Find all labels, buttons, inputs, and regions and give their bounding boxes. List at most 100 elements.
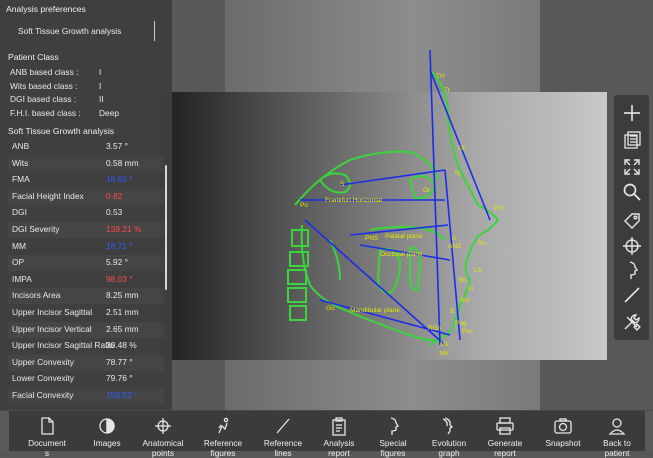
label-gl: GL bbox=[458, 145, 467, 152]
label-sb: Sb bbox=[458, 277, 466, 284]
line-tool-icon[interactable] bbox=[618, 283, 645, 307]
measurement-value: 0.82 bbox=[106, 190, 123, 201]
analysis-dropdown[interactable]: Soft Tissue Growth analysis bbox=[8, 21, 155, 41]
bottom-toolbar: Document s Images Anatomical points Reference… bbox=[0, 410, 653, 458]
zoom-icon[interactable] bbox=[618, 180, 645, 204]
label-ans: ANS bbox=[448, 243, 462, 250]
clipboard-icon bbox=[332, 417, 346, 436]
measurement-label: Upper Incisor Sagittal Ratio bbox=[12, 340, 114, 351]
measurement-value: 18.60 ° bbox=[106, 174, 133, 185]
images-icon bbox=[99, 418, 115, 434]
documents-label: Document bbox=[28, 438, 66, 448]
measurement-row[interactable]: DGI Severity 138.21 % bbox=[8, 222, 164, 238]
measurement-label: ANB bbox=[12, 141, 30, 151]
measurement-row[interactable]: Incisors Area 8.25 mm bbox=[8, 288, 164, 304]
measurement-label: Incisors Area bbox=[12, 290, 61, 301]
measurement-value: 18.71 ° bbox=[106, 240, 133, 251]
label-me: Me bbox=[440, 341, 449, 348]
line-icon bbox=[276, 418, 290, 434]
anatomical-label: Anatomical bbox=[142, 438, 184, 448]
measurement-value: 158.53 ° bbox=[106, 390, 138, 400]
measurement-value: 2.65 mm bbox=[106, 323, 139, 334]
class-value: I bbox=[99, 80, 102, 91]
back-label: Back to bbox=[603, 438, 631, 448]
label-poc: Poc bbox=[462, 328, 474, 335]
profile-icon bbox=[390, 417, 399, 435]
images-button[interactable]: Images bbox=[79, 411, 135, 451]
measurement-value: 8.25 mm bbox=[106, 290, 139, 301]
measurement-row[interactable]: Upper Convexity 78.77 ° bbox=[8, 355, 164, 371]
reference-lines-label: Reference bbox=[263, 438, 303, 448]
measurement-row[interactable]: ANB 3.57 ° bbox=[8, 139, 164, 155]
class-row: DGI based class : II bbox=[10, 94, 160, 106]
analysis-dropdown-value: Soft Tissue Growth analysis bbox=[18, 26, 122, 36]
label-mandibular: Mandibular plane bbox=[350, 307, 400, 314]
measurement-value: 3.57 ° bbox=[106, 141, 128, 151]
class-label: F.H.I. based class : bbox=[10, 107, 81, 118]
analysis-button[interactable]: Analysis report bbox=[311, 411, 367, 458]
panel-header: Analysis preferences bbox=[6, 4, 86, 14]
measurement-row[interactable]: Facial Convexity 158.53 ° bbox=[8, 388, 164, 404]
evolution-icon bbox=[442, 417, 454, 435]
profile-icon[interactable] bbox=[618, 258, 645, 282]
label-sn: Sn bbox=[478, 240, 486, 247]
measurement-row[interactable]: Upper Incisor Vertical 2.65 mm bbox=[8, 322, 164, 338]
label-b: B bbox=[450, 308, 454, 315]
measurement-label: FMA bbox=[12, 174, 30, 185]
special-label: Special bbox=[379, 438, 407, 448]
anatomical-button[interactable]: Anatomical points bbox=[135, 411, 191, 458]
measurement-row[interactable]: MM 18.71 ° bbox=[8, 239, 164, 255]
reference-lines-button[interactable]: Reference lines bbox=[255, 411, 311, 458]
patient-class-title: Patient Class bbox=[8, 52, 59, 62]
tools-icon[interactable] bbox=[618, 310, 645, 334]
label-ls: LS bbox=[474, 267, 483, 274]
measurement-row[interactable]: Lower Convexity 79.76 ° bbox=[8, 371, 164, 387]
measurement-row[interactable]: Wits 0.58 mm bbox=[8, 156, 164, 172]
analysis-label: Analysis bbox=[323, 438, 355, 448]
label-a: A bbox=[452, 235, 457, 242]
label-pns: PNS bbox=[365, 235, 379, 242]
measurement-label: IMPA bbox=[12, 273, 32, 284]
panel-scrollbar[interactable] bbox=[165, 165, 167, 290]
fit-screen-icon[interactable] bbox=[618, 155, 645, 179]
label-prn: Prn bbox=[494, 205, 505, 212]
measurement-row[interactable]: Facial Height Index 0.82 bbox=[8, 189, 164, 205]
measurement-label: Lower Convexity bbox=[12, 373, 74, 384]
measurement-value: 5.92 ° bbox=[106, 257, 128, 268]
measurement-row[interactable]: OP 5.92 ° bbox=[8, 255, 164, 271]
back-button[interactable]: Back to patient bbox=[589, 411, 645, 458]
generate-button[interactable]: Generate report bbox=[477, 411, 533, 458]
class-row: F.H.I. based class : Deep bbox=[10, 108, 160, 120]
measurement-label: Facial Convexity bbox=[12, 390, 74, 400]
class-row: Wits based class : I bbox=[10, 81, 160, 93]
documents-icon[interactable] bbox=[618, 128, 645, 152]
label-tr: Tr bbox=[444, 87, 451, 94]
tag-icon[interactable] bbox=[618, 209, 645, 233]
measurement-row[interactable]: DGI 0.53 bbox=[8, 205, 164, 221]
crosshair-icon[interactable] bbox=[618, 234, 645, 258]
documents-button[interactable]: Document s bbox=[19, 411, 75, 458]
measurement-row[interactable]: Upper Incisor Sagittal Ratio 30.48 % bbox=[8, 338, 164, 354]
special-button[interactable]: Special figures bbox=[365, 411, 421, 458]
label-li: Li bbox=[468, 285, 473, 292]
images-label: Images bbox=[93, 438, 121, 448]
measurement-value: 0.58 mm bbox=[106, 157, 139, 168]
measurement-row[interactable]: Upper Incisor Sagittal 2.51 mm bbox=[8, 305, 164, 321]
measurement-value: 79.76 ° bbox=[106, 373, 133, 384]
label-palatal: Palatal plane bbox=[385, 233, 423, 240]
evolution-button[interactable]: Evolution graph bbox=[421, 411, 477, 458]
measurement-row[interactable]: IMPA 98.03 ° bbox=[8, 272, 164, 288]
label-rgn: RGn bbox=[428, 325, 442, 332]
label-po: Po bbox=[300, 202, 308, 209]
measurement-label: Upper Incisor Sagittal bbox=[12, 307, 93, 317]
class-value: Deep bbox=[99, 107, 120, 118]
generate-label: Generate bbox=[487, 438, 523, 448]
measurement-label: Upper Convexity bbox=[12, 356, 74, 367]
measurement-row[interactable]: FMA 18.60 ° bbox=[8, 172, 164, 188]
add-icon[interactable] bbox=[618, 101, 645, 125]
reference-button[interactable]: Reference figures bbox=[195, 411, 251, 458]
snapshot-button[interactable]: Snapshot bbox=[535, 411, 591, 451]
class-value: I bbox=[99, 67, 102, 77]
measurement-value: 0.53 bbox=[106, 207, 123, 218]
measurement-label: Upper Incisor Vertical bbox=[12, 323, 92, 334]
